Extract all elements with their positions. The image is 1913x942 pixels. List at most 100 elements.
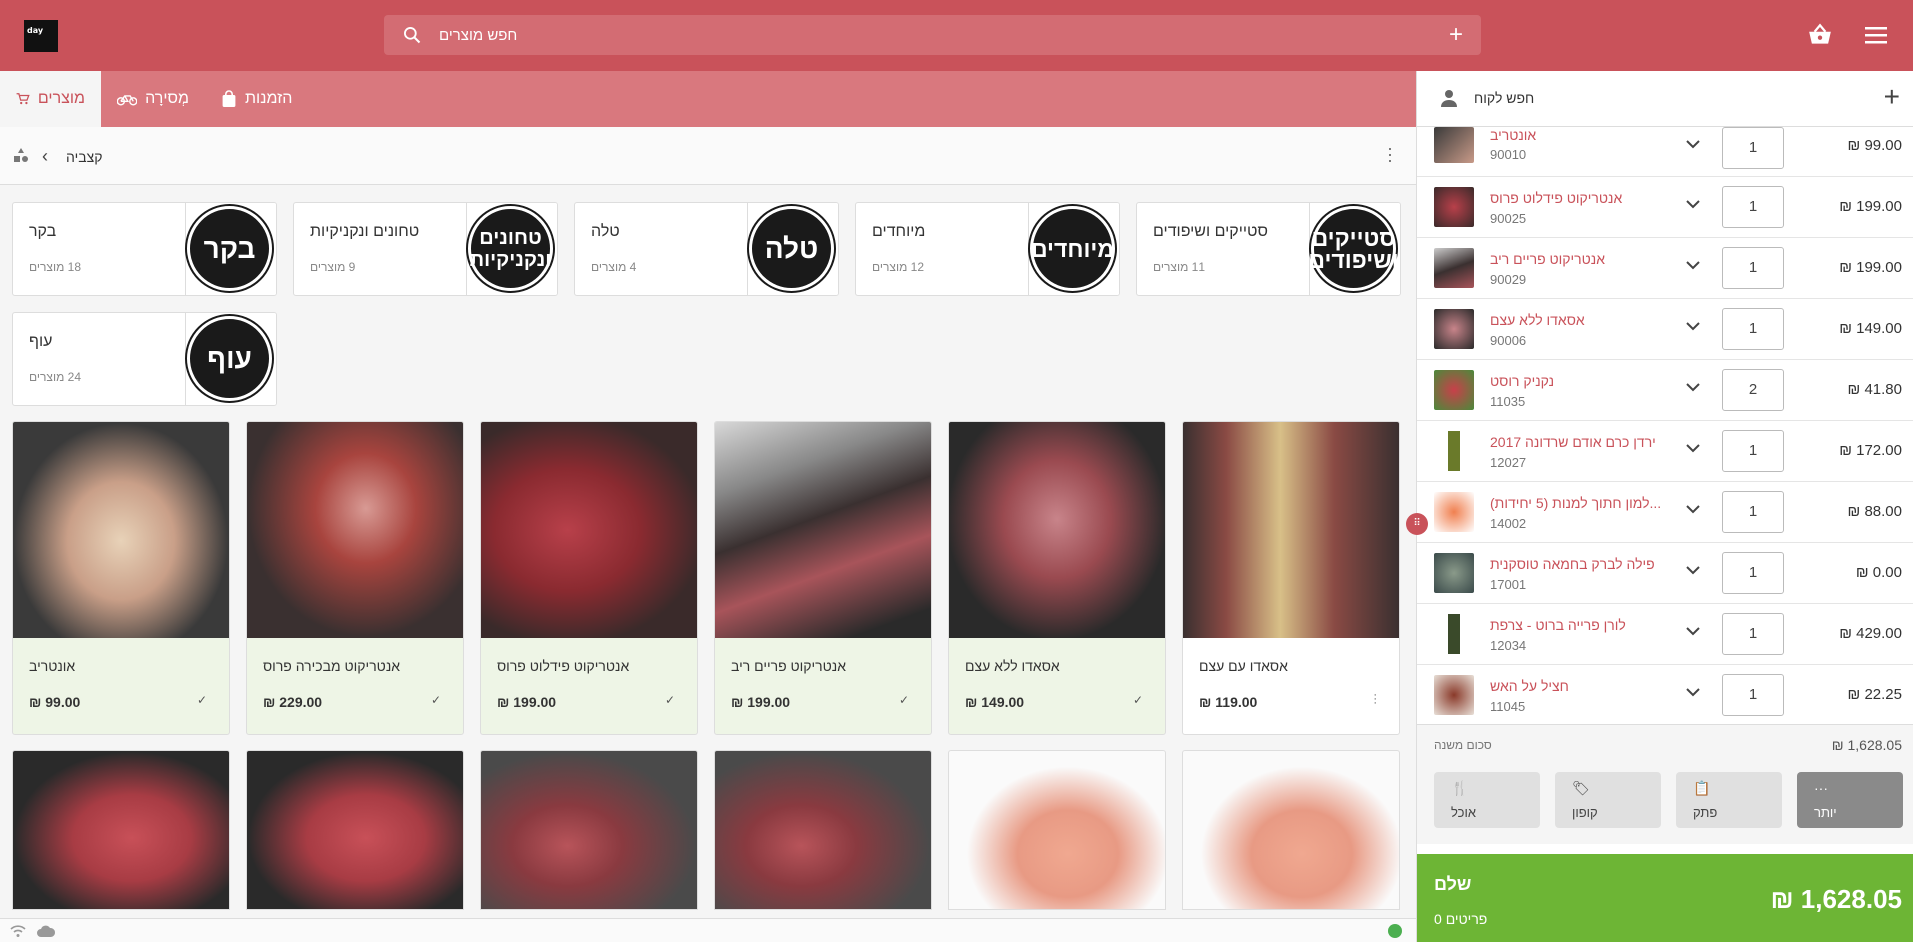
product-image[interactable] [12,750,230,910]
tab-label: מְסירָה [145,90,189,107]
chevron-down-icon[interactable] [1686,321,1700,331]
line-sku: 90010 [1490,147,1527,162]
menu-icon[interactable] [1863,24,1889,46]
category-image: טלה [747,203,838,295]
basket-icon[interactable] [1807,22,1833,48]
product-card[interactable]: אסאדו עם עצם ₪ 119.00 · · · [1182,421,1400,735]
product-card[interactable]: אונטריב ₪ 99.00 ✓ [12,421,230,735]
line-thumbnail [1434,248,1474,288]
chevron-down-icon[interactable] [1686,260,1700,270]
line-price: ₪ 22.25 [1847,686,1902,703]
tab-products[interactable]: מוצרים [0,71,101,127]
product-price: ₪ 149.00 [965,694,1025,710]
quantity-field[interactable]: 1 [1722,491,1784,533]
more-button[interactable]: ··· יותר [1797,772,1903,828]
line-sku: 11045 [1490,699,1526,714]
chevron-down-icon[interactable] [1686,382,1700,392]
category-count: 9 מוצרים [310,260,356,274]
bicycle-icon [117,95,138,106]
line-price: ₪ 429.00 [1839,625,1902,642]
quantity-field[interactable]: 1 [1722,247,1784,289]
product-name: אנטריקוט פידלוט פרוס [497,658,630,674]
line-name: אנטריקוט פריים ריב [1490,251,1606,267]
order-line[interactable]: נקניק רוסט 11035 2 ₪ 41.80 [1417,360,1913,421]
tab-orders[interactable]: הזמנות [205,71,309,127]
chevron-down-icon[interactable] [1686,139,1700,149]
category-card[interactable]: סטייקים ושיפודים סטייקים ושיפודים 11 מוצ… [1136,202,1401,296]
category-count: 11 מוצרים [1153,260,1206,274]
product-image [949,422,1165,638]
quantity-field[interactable]: 1 [1722,552,1784,594]
quantity-field[interactable]: 1 [1722,186,1784,228]
product-price: ₪ 229.00 [263,694,323,710]
category-card[interactable]: מיוחדים מיוחדים 12 מוצרים [855,202,1120,296]
action-label: יותר [1814,805,1837,820]
pay-button[interactable]: שלם 0 פריטים ₪ 1,628.05 [1417,854,1913,942]
line-thumbnail [1434,431,1474,471]
order-line[interactable]: לורן פרייה ברוט - צרפת 12034 1 ₪ 429.00 [1417,604,1913,665]
line-thumbnail [1434,187,1474,227]
line-name: חציל על האש [1490,678,1569,694]
category-card[interactable]: עוף עוף 24 מוצרים [12,312,277,406]
quantity-field[interactable]: 1 [1722,127,1784,169]
category-card[interactable]: טחונים ונקניקיות טחונים ונקניקיות 9 מוצר… [293,202,558,296]
chevron-down-icon[interactable] [1686,687,1700,697]
order-line[interactable]: אנטריקוט פריים ריב 90029 1 ₪ 199.00 [1417,238,1913,299]
order-line[interactable]: אונטריב 90010 1 ₪ 99.00 [1417,127,1913,177]
categories-icon[interactable] [13,147,29,163]
order-line[interactable]: חציל על האש 11045 1 ₪ 22.25 [1417,665,1913,724]
drag-handle-icon[interactable]: ⠿ [1406,513,1428,535]
chevron-down-icon[interactable] [1686,199,1700,209]
chevron-down-icon[interactable] [1686,565,1700,575]
add-product-icon[interactable]: + [1449,23,1463,47]
category-badge: טלה [749,206,834,291]
customer-search[interactable]: חפש לקוח + [1417,71,1913,127]
category-card[interactable]: טלה טלה 4 מוצרים [574,202,839,296]
breadcrumb-current[interactable]: קצביה [66,149,103,165]
product-image[interactable] [246,750,464,910]
product-search-input[interactable]: חפש מוצרים + [384,15,1481,55]
chevron-down-icon[interactable] [1686,504,1700,514]
product-card[interactable]: אנטריקוט פידלוט פרוס ₪ 199.00 ✓ [480,421,698,735]
action-label: פתק [1693,805,1718,820]
category-card[interactable]: בקר בקר 18 מוצרים [12,202,277,296]
product-name: אנטריקוט פריים ריב [731,658,847,674]
chevron-down-icon[interactable] [1686,443,1700,453]
add-customer-icon[interactable]: + [1884,81,1900,113]
quantity-field[interactable]: 1 [1722,308,1784,350]
product-card[interactable]: אנטריקוט פריים ריב ₪ 199.00 ✓ [714,421,932,735]
quantity-field[interactable]: 1 [1722,613,1784,655]
line-thumbnail [1434,614,1474,654]
product-image[interactable] [714,750,932,910]
category-badge: מיוחדים [1030,206,1115,291]
product-image [247,422,463,638]
coupon-button[interactable]: 🏷 קופון [1555,772,1661,828]
tab-delivery[interactable]: מְסירָה [101,71,205,127]
quantity-field[interactable]: 1 [1722,674,1784,716]
product-image[interactable] [948,750,1166,910]
chevron-left-icon: ‹ [42,146,48,166]
product-image[interactable] [1182,750,1400,910]
order-line[interactable]: פילה לברק בחמאה טוסקנית 17001 1 ₪ 0.00 [1417,543,1913,604]
order-line[interactable]: אנטריקוט פידלוט פרוס 90025 1 ₪ 199.00 [1417,177,1913,238]
product-image[interactable] [480,750,698,910]
product-card[interactable]: אסאדו ללא עצם ₪ 149.00 ✓ [948,421,1166,735]
note-button[interactable]: 📋 פתק [1676,772,1782,828]
pay-label: שלם [1434,874,1472,894]
order-line[interactable]: אסאדו ללא עצם 90006 1 ₪ 149.00 [1417,299,1913,360]
quantity-field[interactable]: 1 [1722,430,1784,472]
more-vert-icon[interactable]: · · · [1384,139,1396,169]
quantity-field[interactable]: 2 [1722,369,1784,411]
more-vert-icon[interactable]: · · · [1373,690,1377,709]
category-badge: עוף [187,316,272,401]
top-bar: day חפש מוצרים + [0,0,1913,71]
line-name: פילה לברק בחמאה טוסקנית [1490,556,1655,572]
logo[interactable]: day [24,20,58,52]
food-button[interactable]: 🍴 אוכל [1434,772,1540,828]
product-card[interactable]: אנטריקוט מבכירה פרוס ₪ 229.00 ✓ [246,421,464,735]
chevron-down-icon[interactable] [1686,626,1700,636]
order-line[interactable]: ירדן כרם אודם שרדונה 2017 12027 1 ₪ 172.… [1417,421,1913,482]
order-line[interactable]: ...למון חתוך למנות (5 יחידות) 14002 1 ₪ … [1417,482,1913,543]
logo-text: day [27,26,44,35]
line-name: אונטריב [1490,127,1537,143]
